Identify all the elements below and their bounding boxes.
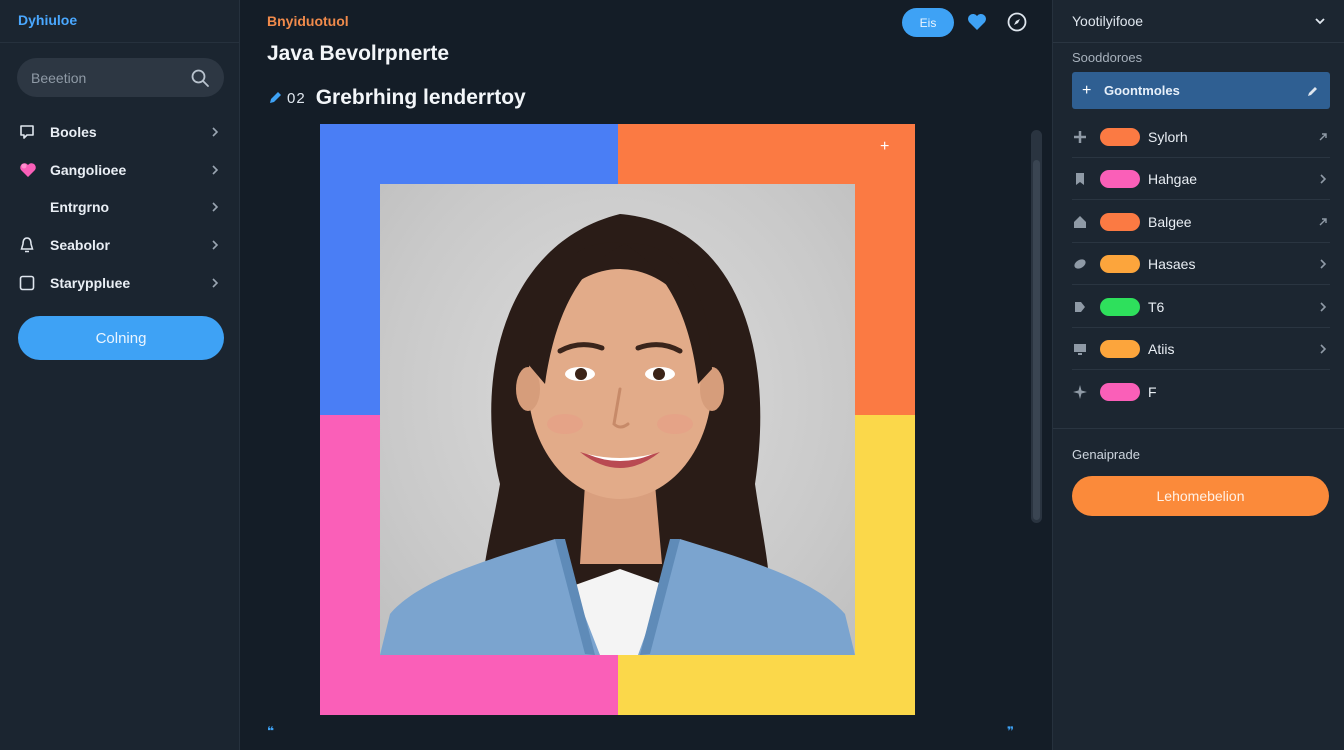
- right-panel: Yootilyifooe Sooddoroes + Goontmoles Syl…: [1052, 0, 1344, 750]
- photo-mosaic: +: [320, 124, 915, 715]
- sidebar-item-gangolioee[interactable]: Gangolioee: [18, 155, 222, 185]
- arrow-icon[interactable]: [1316, 130, 1330, 144]
- sparkle-icon: [1072, 382, 1100, 402]
- panel-section-label: Sooddoroes: [1072, 50, 1143, 65]
- tag-color-swatch: [1100, 297, 1140, 316]
- tag-row[interactable]: Atiis: [1072, 328, 1330, 370]
- tag-icon: [1072, 297, 1100, 317]
- page-subtitle: Grebrhing lenderrtoy: [315, 86, 526, 109]
- chevron-right-icon[interactable]: [1316, 342, 1330, 356]
- chevron-right-icon: [212, 165, 219, 175]
- chat-bubble-icon: [18, 122, 42, 142]
- add-item-label: Goontmoles: [1104, 83, 1180, 98]
- chevron-right-icon: [212, 240, 219, 250]
- tag-color-swatch: [1100, 339, 1140, 358]
- plus-icon[interactable]: +: [880, 138, 889, 156]
- compass-icon[interactable]: [1006, 11, 1028, 33]
- page-eyebrow: Bnyiduotuol: [267, 13, 349, 29]
- quote-icon: ❝: [267, 724, 275, 738]
- tag-row[interactable]: F: [1072, 371, 1330, 413]
- tag-color-swatch: [1100, 169, 1140, 188]
- search-field[interactable]: Beeetion: [17, 58, 224, 97]
- sidebar-item-label: Entrgrno: [50, 199, 110, 215]
- move-icon: [1072, 127, 1100, 147]
- sidebar-cta-button[interactable]: Colning: [18, 316, 224, 360]
- main-content: Bnyiduotuol Java Bevolrpnerte 02 Grebrhi…: [240, 0, 1052, 750]
- step-number: 02: [287, 89, 306, 107]
- chevron-right-icon[interactable]: [1316, 172, 1330, 186]
- sidebar-item-label: Staryppluee: [50, 275, 131, 291]
- subtitle-row: 02 Grebrhing lenderrtoy: [267, 86, 526, 110]
- chevron-right-icon: [212, 202, 219, 212]
- tag-label: Sylorh: [1148, 128, 1188, 145]
- divider: [1053, 428, 1344, 429]
- divider: [1053, 42, 1344, 43]
- quote-icon: ❞: [1007, 724, 1015, 738]
- chevron-right-icon[interactable]: [1316, 300, 1330, 314]
- home-icon: [1072, 212, 1100, 232]
- sidebar-item-label: Gangolioee: [50, 162, 127, 178]
- search-icon[interactable]: [190, 68, 210, 88]
- tag-row[interactable]: Sylorh: [1072, 116, 1330, 158]
- portrait-photo: [380, 184, 855, 655]
- sidebar-item-label: Booles: [50, 124, 97, 140]
- chevron-right-icon: [212, 278, 219, 288]
- sidebar-item-booles[interactable]: Booles: [18, 117, 222, 147]
- sidebar-item-staryppluee[interactable]: Staryppluee: [18, 268, 222, 298]
- sidebar-item-entrgrno[interactable]: Entrgrno: [18, 192, 222, 222]
- tag-color-swatch: [1100, 212, 1140, 231]
- tag-label: Hasaes: [1148, 255, 1196, 272]
- panel-action-button[interactable]: Lehomebelion: [1072, 476, 1329, 516]
- tag-label: Balgee: [1148, 213, 1192, 230]
- panel-footer-label: Genaiprade: [1072, 447, 1140, 462]
- leaf-icon: [1072, 254, 1100, 274]
- pencil-icon[interactable]: [267, 90, 283, 106]
- arrow-icon[interactable]: [1316, 215, 1330, 229]
- tag-row[interactable]: T6: [1072, 286, 1330, 328]
- heart-group-icon: [18, 160, 42, 180]
- tag-row[interactable]: Hahgae: [1072, 158, 1330, 200]
- chevron-right-icon: [212, 127, 219, 137]
- bookmark-icon: [1072, 169, 1100, 189]
- left-sidebar: Dyhiuloe Beeetion Booles Gangolioee Entr…: [0, 0, 240, 750]
- chevron-right-icon[interactable]: [1316, 257, 1330, 271]
- page-title: Java Bevolrpnerte: [267, 42, 450, 65]
- monitor-icon: [1072, 339, 1100, 359]
- portrait-illustration: [380, 214, 855, 655]
- tag-label: F: [1148, 384, 1157, 400]
- divider: [0, 42, 240, 43]
- plus-icon: +: [1082, 81, 1092, 99]
- top-action-pill[interactable]: Eis: [902, 8, 954, 37]
- edit-icon[interactable]: [1306, 84, 1320, 98]
- app-brand[interactable]: Dyhiuloe: [18, 12, 77, 28]
- chevron-down-icon[interactable]: [1313, 14, 1327, 28]
- add-item-row[interactable]: + Goontmoles: [1072, 72, 1330, 109]
- scrollbar-thumb[interactable]: [1033, 160, 1040, 520]
- heart-icon[interactable]: [966, 12, 988, 32]
- square-icon: [18, 273, 42, 293]
- bell-icon: [18, 235, 42, 255]
- tag-label: Hahgae: [1148, 170, 1198, 187]
- tag-label: T6: [1148, 298, 1165, 315]
- tag-color-swatch: [1100, 254, 1140, 273]
- tag-color-swatch: [1100, 383, 1140, 401]
- tag-color-swatch: [1100, 127, 1140, 146]
- sidebar-item-seabolor[interactable]: Seabolor: [18, 230, 222, 260]
- sidebar-item-label: Seabolor: [50, 237, 110, 253]
- vertical-scrollbar[interactable]: [1031, 130, 1042, 523]
- search-input[interactable]: Beeetion: [31, 70, 190, 86]
- tag-row[interactable]: Hasaes: [1072, 243, 1330, 285]
- tag-row[interactable]: Balgee: [1072, 201, 1330, 243]
- panel-header[interactable]: Yootilyifooe: [1072, 13, 1143, 29]
- tag-label: Atiis: [1148, 340, 1175, 357]
